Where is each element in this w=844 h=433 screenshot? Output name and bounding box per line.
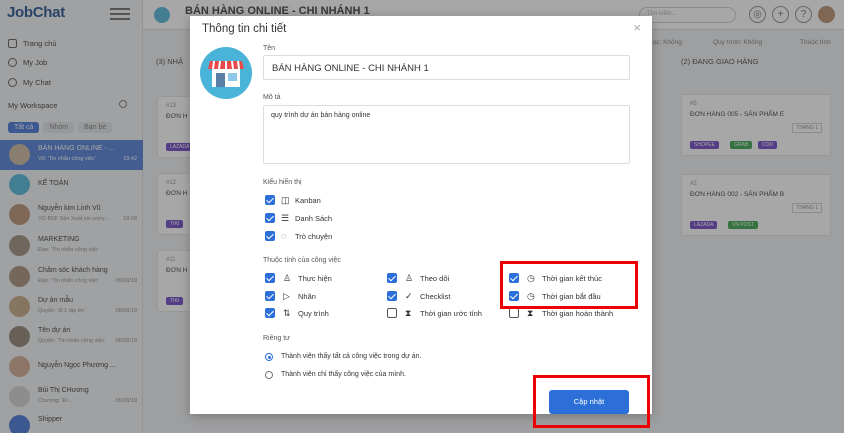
assignee-option-label: Thực hiện	[298, 274, 332, 283]
close-icon[interactable]: ×	[633, 20, 641, 35]
kanban-checkbox[interactable]	[265, 195, 275, 205]
display-mode-label: Kiểu hiển thị	[263, 179, 302, 186]
list-icon: ☰	[281, 213, 290, 223]
estimated-time-checkbox[interactable]	[387, 308, 397, 318]
workflow-option-label: Quy trình	[298, 309, 329, 318]
follower-checkbox[interactable]	[387, 273, 397, 283]
hourglass-icon: ⧗	[527, 308, 534, 318]
label-icon: ▷	[283, 291, 290, 301]
project-info-dialog: Thông tin chi tiết × Tên BÁN HÀNG ONLINE…	[190, 16, 652, 414]
kanban-option-label: Kanban	[295, 196, 321, 205]
label-checkbox[interactable]	[265, 291, 275, 301]
completion-time-checkbox[interactable]	[509, 308, 519, 318]
checklist-checkbox[interactable]	[387, 291, 397, 301]
description-textarea[interactable]: quy trình dự án bán hàng online	[263, 105, 630, 164]
list-option-label: Danh Sách	[295, 214, 333, 223]
checklist-icon: ✓	[405, 291, 413, 301]
dialog-title: Thông tin chi tiết	[202, 23, 287, 35]
highlight-time-attributes	[500, 261, 638, 309]
task-attributes-label: Thuộc tính của công việc	[263, 257, 341, 264]
privacy-own-label: Thành viên chỉ thấy công việc của mình.	[281, 371, 406, 378]
name-label: Tên	[263, 45, 276, 52]
kanban-icon: ◫	[281, 195, 290, 205]
label-option-label: Nhãn	[298, 292, 316, 301]
chat-checkbox[interactable]	[265, 231, 275, 241]
project-name-input[interactable]: BÁN HÀNG ONLINE - CHI NHÁNH 1	[263, 55, 630, 80]
hourglass-icon: ⧗	[405, 308, 412, 318]
checklist-option-label: Checklist	[420, 292, 451, 301]
chat-bubble-icon: ◌	[281, 231, 287, 241]
assignee-checkbox[interactable]	[265, 273, 275, 283]
highlight-update-button	[533, 375, 650, 428]
store-icon[interactable]	[200, 47, 252, 99]
workflow-checkbox[interactable]	[265, 308, 275, 318]
description-label: Mô tả	[263, 94, 281, 101]
list-checkbox[interactable]	[265, 213, 275, 223]
chat-option-label: Trò chuyện	[295, 232, 333, 241]
privacy-own-radio[interactable]	[265, 371, 273, 379]
privacy-all-radio[interactable]	[265, 353, 273, 361]
privacy-label: Riêng tư	[263, 335, 290, 342]
estimated-time-option-label: Thời gian ước tính	[420, 309, 482, 318]
follower-option-label: Theo dõi	[420, 274, 450, 283]
workflow-icon: ⇅	[283, 308, 291, 318]
privacy-all-label: Thành viên thấy tất cả công việc trong d…	[281, 353, 422, 360]
assignee-icon: ♙	[283, 273, 292, 283]
completion-time-option-label: Thời gian hoàn thành	[542, 309, 614, 318]
follower-icon: ♙	[405, 273, 414, 283]
